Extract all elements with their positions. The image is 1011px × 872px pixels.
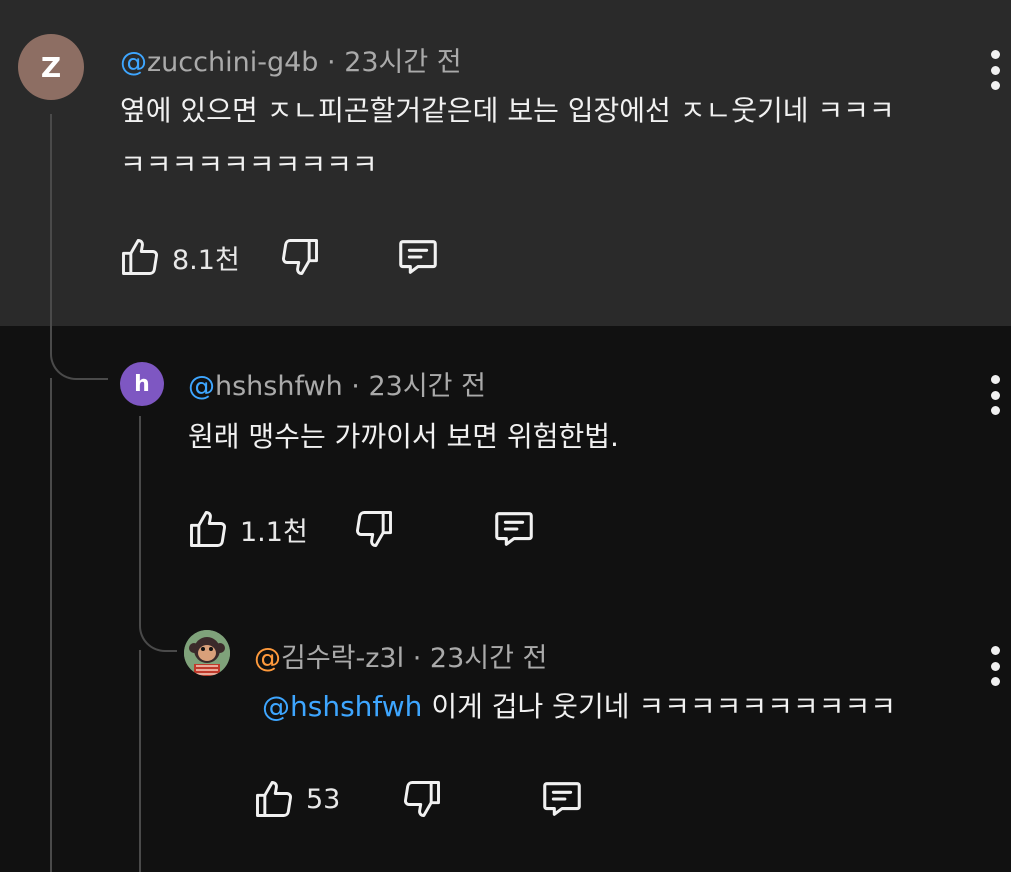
thumbs-down-icon bbox=[281, 239, 318, 275]
comment-actions: 1.1천 bbox=[186, 506, 538, 552]
thumbs-down-icon bbox=[355, 511, 392, 547]
avatar-letter: h bbox=[134, 371, 150, 397]
dot bbox=[990, 406, 1000, 415]
comment-actions: 53 bbox=[252, 776, 586, 822]
mention-link[interactable]: @hshshfwh bbox=[262, 690, 422, 723]
thread-line bbox=[139, 650, 141, 872]
comment-author[interactable]: 김수락-z3l bbox=[281, 643, 404, 674]
like-count: 8.1천 bbox=[172, 244, 240, 276]
more-options-button[interactable] bbox=[988, 50, 1002, 90]
dot bbox=[990, 81, 1000, 90]
dot bbox=[990, 50, 1000, 59]
dot bbox=[990, 65, 1000, 75]
avatar-letter: Z bbox=[40, 50, 62, 84]
comment-actions: 8.1천 bbox=[118, 234, 442, 280]
thread-line bbox=[50, 114, 52, 344]
comment-text: @hshshfwh 이게 겁나 웃기네 ㅋㅋㅋㅋㅋㅋㅋㅋㅋㅋ bbox=[262, 680, 896, 734]
reply-comment-icon bbox=[398, 240, 437, 274]
comment-meta: @김수락-z3l · 23시간 전 bbox=[254, 636, 547, 675]
more-options-button[interactable] bbox=[988, 646, 1002, 686]
comment-text: 옆에 있으면 ㅈㄴ피곤할거같은데 보는 입장에선 ㅈㄴ웃기네 ㅋㅋㅋ ㅋㅋㅋㅋㅋ… bbox=[120, 84, 990, 192]
thread-connector bbox=[50, 326, 108, 380]
dislike-button[interactable] bbox=[278, 234, 322, 280]
comment-text: 원래 맹수는 가까이서 보면 위험한법. bbox=[188, 420, 619, 453]
dot bbox=[990, 677, 1000, 686]
separator: · bbox=[412, 643, 422, 674]
dot bbox=[990, 646, 1000, 655]
reply-button[interactable] bbox=[538, 776, 586, 822]
at-symbol: @ bbox=[120, 47, 147, 78]
reply-comment-icon bbox=[494, 512, 533, 546]
comment-author[interactable]: hshshfwh bbox=[215, 371, 343, 402]
at-symbol: @ bbox=[188, 371, 215, 402]
thread-line bbox=[139, 416, 141, 596]
comment-text-line: ㅋㅋㅋㅋㅋㅋㅋㅋㅋㅋ bbox=[120, 148, 378, 181]
comment-time[interactable]: 23시간 전 bbox=[430, 643, 547, 674]
like-button[interactable]: 8.1천 bbox=[118, 234, 240, 280]
thumbs-up-icon bbox=[256, 781, 292, 817]
thumbs-up-icon bbox=[122, 239, 158, 275]
like-button[interactable]: 53 bbox=[252, 776, 340, 822]
avatar[interactable]: Z bbox=[18, 34, 84, 100]
dot bbox=[990, 390, 1000, 400]
at-symbol: @ bbox=[254, 643, 281, 674]
thread-connector bbox=[139, 596, 177, 652]
monkey-face-icon bbox=[184, 630, 230, 676]
like-count: 1.1천 bbox=[240, 516, 308, 548]
thumbs-down-icon bbox=[404, 781, 441, 817]
like-count: 53 bbox=[306, 783, 341, 815]
reply-button[interactable] bbox=[394, 234, 442, 280]
separator: · bbox=[327, 47, 336, 78]
avatar[interactable]: h bbox=[120, 362, 164, 406]
comment-time[interactable]: 23시간 전 bbox=[344, 47, 461, 78]
dot bbox=[990, 375, 1000, 384]
comment-meta: @zucchini-g4b · 23시간 전 bbox=[120, 40, 462, 79]
thumbs-up-icon bbox=[190, 511, 226, 547]
like-button[interactable]: 1.1천 bbox=[186, 506, 308, 552]
comment-author[interactable]: zucchini-g4b bbox=[147, 47, 318, 78]
dot bbox=[990, 661, 1000, 671]
comment-time[interactable]: 23시간 전 bbox=[368, 371, 485, 402]
thread-line bbox=[50, 378, 52, 872]
dislike-button[interactable] bbox=[400, 776, 444, 822]
comment-text-body: 이게 겁나 웃기네 ㅋㅋㅋㅋㅋㅋㅋㅋㅋㅋ bbox=[431, 690, 896, 723]
monkey-avatar-icon[interactable] bbox=[184, 630, 230, 676]
dislike-button[interactable] bbox=[352, 506, 396, 552]
reply-button[interactable] bbox=[490, 506, 538, 552]
separator: · bbox=[351, 371, 360, 402]
comment-text-line: 옆에 있으면 ㅈㄴ피곤할거같은데 보는 입장에선 ㅈㄴ웃기네 ㅋㅋㅋ bbox=[120, 94, 895, 127]
reply-comment-icon bbox=[543, 782, 582, 816]
comment-thread: Z @zucchini-g4b · 23시간 전 옆에 있으면 ㅈㄴ피곤할거같은… bbox=[0, 0, 1011, 872]
comment-meta: @hshshfwh · 23시간 전 bbox=[188, 364, 486, 403]
more-options-button[interactable] bbox=[988, 375, 1002, 415]
